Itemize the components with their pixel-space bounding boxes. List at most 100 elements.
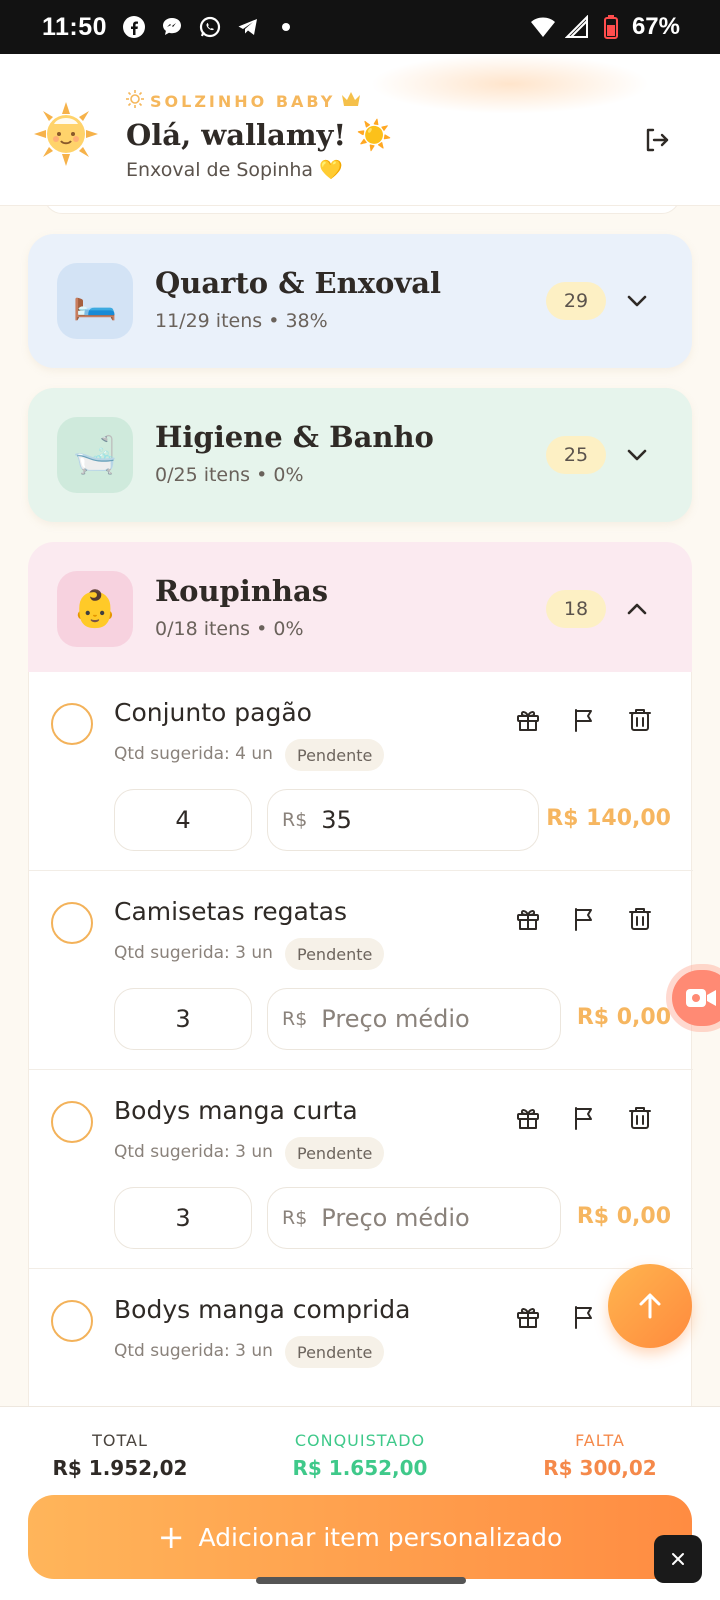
telegram-icon	[235, 14, 261, 40]
flag-icon[interactable]	[566, 1299, 602, 1335]
total-column: TOTAL R$ 1.952,02	[0, 1431, 240, 1480]
item-suggested-qty: Qtd sugerida: 3 un	[114, 1341, 273, 1361]
item-name: Bodys manga comprida	[114, 1295, 411, 1324]
category-progress: 11/29 itens • 38%	[155, 310, 328, 332]
price-input[interactable]: R$ Preço médio	[267, 1187, 561, 1249]
video-camera-icon	[686, 989, 716, 1007]
battery-percent: 67%	[631, 13, 680, 40]
gift-icon[interactable]	[510, 1299, 546, 1335]
crown-icon	[341, 91, 361, 111]
status-bar: 11:50 67%	[0, 0, 720, 54]
plus-icon: +	[157, 1518, 185, 1556]
roupinhas-item-list: Conjunto pagão Qtd sugerida: 4 un Penden…	[28, 672, 693, 1406]
status-badge: Pendente	[285, 739, 385, 771]
currency-prefix: R$	[282, 1008, 308, 1030]
quantity-input[interactable]: 3	[114, 1187, 252, 1249]
trash-icon[interactable]	[622, 1100, 658, 1136]
chat-icon	[159, 14, 185, 40]
item-name: Bodys manga curta	[114, 1096, 358, 1125]
screen-record-button[interactable]	[672, 970, 720, 1026]
price-input[interactable]: R$ Preço médio	[267, 988, 561, 1050]
previous-card-edge	[44, 206, 680, 214]
item-name: Conjunto pagão	[114, 698, 312, 727]
list-item: Bodys manga curta Qtd sugerida: 3 un Pen…	[29, 1070, 693, 1269]
conquistado-column: CONQUISTADO R$ 1.652,00	[240, 1431, 480, 1480]
currency-prefix: R$	[282, 809, 308, 831]
list-item: Camisetas regatas Qtd sugerida: 3 un Pen…	[29, 871, 693, 1070]
whatsapp-icon	[197, 14, 223, 40]
category-icon: 🛏️	[57, 263, 133, 339]
category-count-badge: 29	[546, 282, 606, 320]
quantity-input[interactable]: 3	[114, 988, 252, 1050]
item-checkbox[interactable]	[51, 1101, 93, 1143]
arrow-up-icon	[639, 1293, 661, 1319]
price-placeholder: Preço médio	[321, 1204, 470, 1232]
dot-icon	[273, 14, 299, 40]
signal-icon	[564, 14, 590, 40]
item-checkbox[interactable]	[51, 703, 93, 745]
add-custom-item-button[interactable]: + Adicionar item personalizado	[28, 1495, 692, 1579]
item-suggested-qty: Qtd sugerida: 3 un	[114, 943, 273, 963]
app-header: SOLZINHO BABY Olá, wallamy! ☀️ Enxoval d…	[0, 54, 720, 206]
item-checkbox[interactable]	[51, 1300, 93, 1342]
close-overlay-button[interactable]	[654, 1535, 702, 1583]
item-checkbox[interactable]	[51, 902, 93, 944]
status-badge: Pendente	[285, 1137, 385, 1169]
sun-logo-icon	[34, 102, 98, 166]
item-actions	[510, 901, 658, 937]
scroll-to-top-button[interactable]	[608, 1264, 692, 1348]
price-value: 35	[321, 806, 352, 834]
item-actions	[510, 1299, 602, 1335]
category-count-badge: 18	[546, 590, 606, 628]
category-progress: 0/25 itens • 0%	[155, 464, 304, 486]
price-placeholder: Preço médio	[321, 1005, 470, 1033]
falta-column: FALTA R$ 300,02	[480, 1431, 720, 1480]
category-card[interactable]: 🛁 Higiene & Banho 0/25 itens • 0% 25	[28, 388, 692, 522]
chevron-down-icon[interactable]	[620, 284, 654, 318]
category-icon: 🛁	[57, 417, 133, 493]
gift-icon[interactable]	[510, 702, 546, 738]
category-progress: 0/18 itens • 0%	[155, 618, 304, 640]
totals-row: TOTAL R$ 1.952,02 CONQUISTADO R$ 1.652,0…	[0, 1431, 720, 1480]
chevron-down-icon[interactable]	[620, 438, 654, 472]
trash-icon[interactable]	[622, 702, 658, 738]
status-badge: Pendente	[285, 1336, 385, 1368]
category-emoji: 🛏️	[72, 281, 118, 322]
category-title: Higiene & Banho	[155, 420, 434, 454]
falta-value: R$ 300,02	[543, 1456, 657, 1480]
status-time: 11:50	[42, 12, 108, 41]
chevron-up-icon[interactable]	[620, 592, 654, 626]
battery-icon	[598, 14, 624, 40]
home-indicator[interactable]	[256, 1577, 466, 1584]
wifi-icon	[530, 14, 556, 40]
price-input[interactable]: R$ 35	[267, 789, 539, 851]
status-badge: Pendente	[285, 938, 385, 970]
add-custom-item-label: Adicionar item personalizado	[198, 1522, 563, 1552]
facebook-icon	[121, 14, 147, 40]
gift-icon[interactable]	[510, 901, 546, 937]
flag-icon[interactable]	[566, 702, 602, 738]
total-label: TOTAL	[92, 1431, 148, 1450]
gift-icon[interactable]	[510, 1100, 546, 1136]
category-card[interactable]: 👶 Roupinhas 0/18 itens • 0% 18	[28, 542, 692, 676]
item-actions	[510, 702, 658, 738]
item-actions	[510, 1100, 658, 1136]
list-item: Bodys manga comprida Qtd sugerida: 3 un …	[29, 1269, 693, 1406]
flag-icon[interactable]	[566, 1100, 602, 1136]
item-suggested-qty: Qtd sugerida: 3 un	[114, 1142, 273, 1162]
conquistado-label: CONQUISTADO	[294, 1431, 426, 1450]
flag-icon[interactable]	[566, 901, 602, 937]
header-glow	[370, 54, 650, 114]
quantity-input[interactable]: 4	[114, 789, 252, 851]
logout-button[interactable]	[636, 120, 676, 160]
category-icon: 👶	[57, 571, 133, 647]
category-list[interactable]: 🛏️ Quarto & Enxoval 11/29 itens • 38% 29…	[0, 206, 720, 1406]
brand-name: SOLZINHO BABY	[150, 91, 336, 111]
item-name: Camisetas regatas	[114, 897, 348, 926]
category-count-badge: 25	[546, 436, 606, 474]
notification-icons	[121, 14, 299, 40]
trash-icon[interactable]	[622, 901, 658, 937]
status-left: 11:50	[42, 13, 299, 42]
category-title: Quarto & Enxoval	[155, 266, 442, 300]
category-card[interactable]: 🛏️ Quarto & Enxoval 11/29 itens • 38% 29	[28, 234, 692, 368]
